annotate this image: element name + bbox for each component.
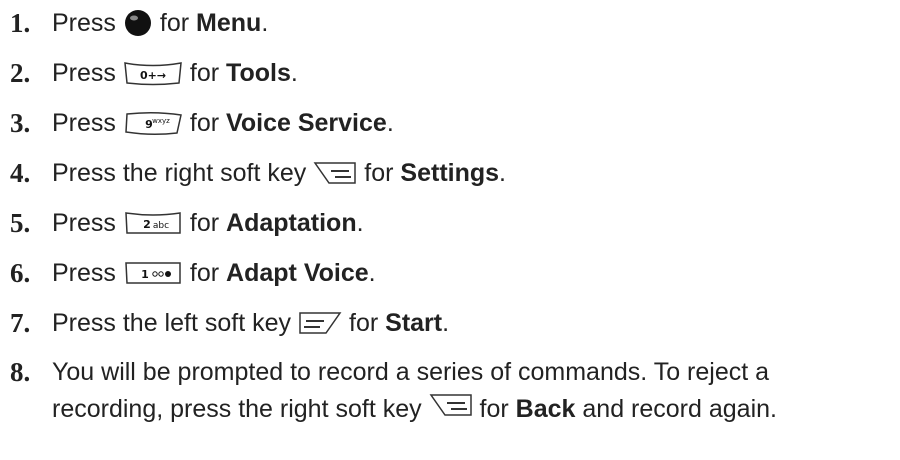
step-number: 3. [10, 108, 31, 138]
svg-text:abc: abc [153, 221, 169, 231]
step-6: 6. Press 1 for Adapt Voice. [10, 254, 890, 304]
step-text: for [189, 109, 220, 137]
step-text: Press [52, 209, 116, 237]
step-end: . [356, 209, 364, 237]
step-number: 2. [10, 58, 31, 88]
step-text: for [159, 9, 190, 37]
step-3: 3. Press 9 wxyz for Voice Service. [10, 104, 890, 154]
9-key-icon: 9 wxyz [123, 109, 183, 137]
instruction-list: 1. Press for Menu. 2. Press 0+→ for Tool [10, 4, 890, 434]
svg-text:2: 2 [143, 218, 151, 231]
svg-text:1: 1 [141, 268, 149, 281]
1-key-icon: 1 [123, 259, 183, 287]
step-text: for [189, 59, 220, 87]
back-term: Back [515, 395, 576, 424]
step-7: 7. Press the left soft key for Start. [10, 304, 890, 354]
step-text: for [189, 209, 220, 237]
step-text: for [349, 309, 379, 337]
step-text: Press [52, 59, 116, 87]
center-key-icon [123, 8, 153, 38]
right-soft-key-icon [313, 159, 357, 187]
svg-text:wxyz: wxyz [152, 117, 170, 125]
step-number: 1. [10, 8, 31, 38]
settings-term: Settings [400, 159, 500, 187]
2-key-icon: 2 abc [123, 209, 183, 237]
step-text: Press [52, 9, 116, 37]
step-text: Press the left soft key [52, 309, 291, 337]
step-8: 8. You will be prompted to record a seri… [10, 354, 890, 434]
step-text: for [189, 259, 220, 287]
step-end: . [290, 59, 298, 87]
step-end: . [261, 9, 269, 37]
step-2: 2. Press 0+→ for Tools. [10, 54, 890, 104]
step-text: Press the right soft key [52, 159, 307, 187]
step-end: . [442, 309, 450, 337]
step-number: 4. [10, 158, 31, 188]
adaptation-term: Adaptation [226, 209, 357, 237]
step-1: 1. Press for Menu. [10, 4, 890, 54]
right-soft-key-icon [429, 391, 473, 430]
step-end: . [499, 159, 506, 187]
step-text: Press [52, 259, 116, 287]
step-number: 8. [10, 357, 31, 387]
voice-service-term: Voice Service [226, 109, 387, 137]
step-number: 7. [10, 308, 31, 338]
step-end: and record again. [582, 395, 777, 424]
step-number: 6. [10, 258, 31, 288]
left-soft-key-icon [298, 309, 342, 337]
0-key-icon: 0+→ [123, 59, 183, 87]
step-end: . [368, 259, 376, 287]
menu-term: Menu [196, 9, 262, 37]
adapt-voice-term: Adapt Voice [226, 259, 369, 287]
step-number: 5. [10, 208, 31, 238]
step-5: 5. Press 2 abc for Adaptation. [10, 204, 890, 254]
step-4: 4. Press the right soft key for Settings… [10, 154, 890, 204]
step-end: . [386, 109, 394, 137]
step-text: Press [52, 109, 116, 137]
start-term: Start [385, 309, 443, 337]
step-text: for [364, 159, 394, 187]
svg-text:0+→: 0+→ [140, 69, 166, 82]
tools-term: Tools [226, 59, 291, 87]
step-text: for [479, 395, 509, 424]
